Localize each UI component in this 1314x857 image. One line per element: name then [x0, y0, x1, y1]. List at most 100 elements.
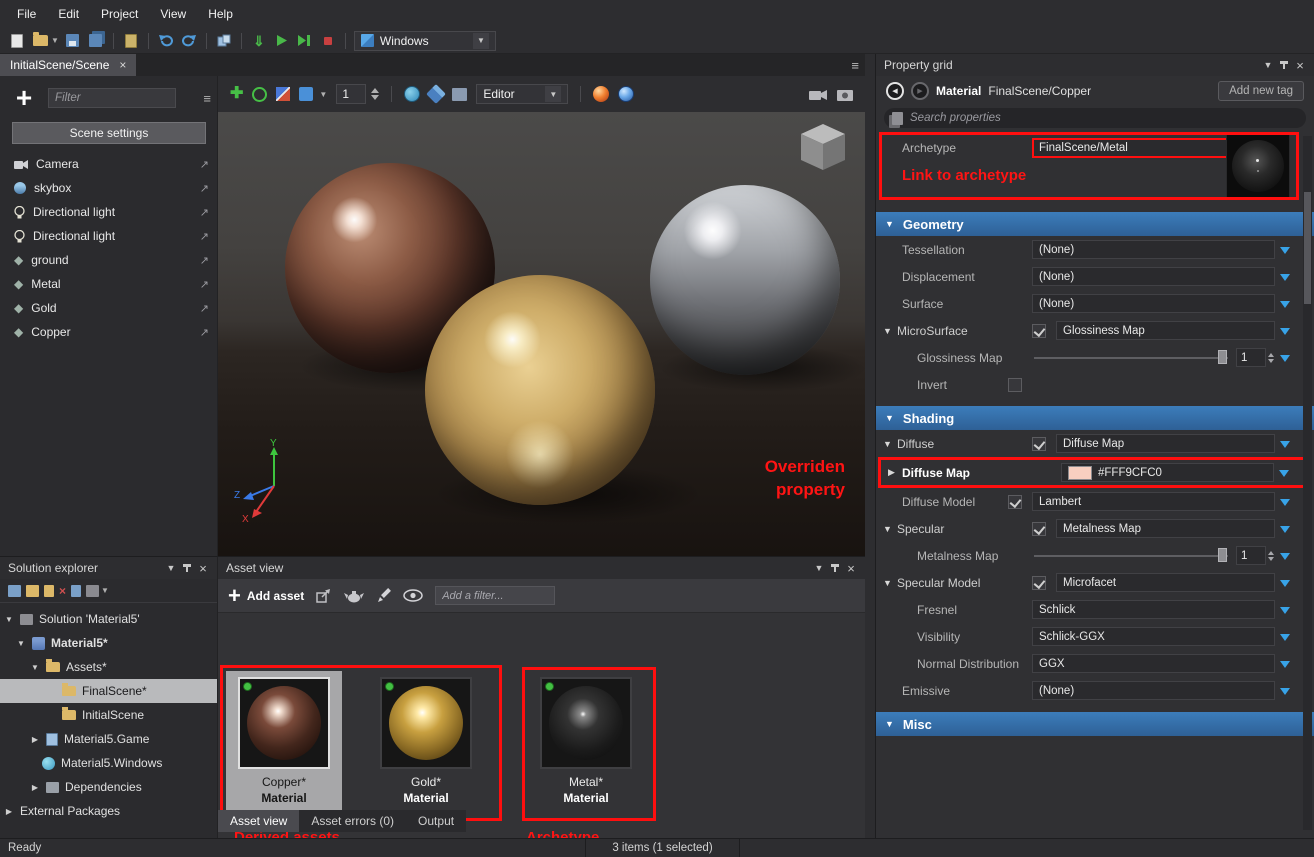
- dropdown-arrow-icon[interactable]: [1278, 574, 1292, 592]
- metalness-value-box[interactable]: 1: [1236, 546, 1266, 565]
- expander-icon[interactable]: ▼: [4, 615, 14, 624]
- deploy-icon[interactable]: ⇓: [250, 32, 268, 50]
- specular-model-checkbox[interactable]: [1032, 576, 1046, 590]
- expander-icon[interactable]: ▼: [30, 663, 40, 672]
- menu-help[interactable]: Help: [197, 2, 244, 26]
- dropdown-arrow-icon[interactable]: [1278, 295, 1292, 313]
- paste-icon[interactable]: [122, 32, 140, 50]
- tree-item-package[interactable]: ▼ Material5*: [0, 631, 217, 655]
- glossiness-value-box[interactable]: 1: [1236, 348, 1266, 367]
- tab-asset-errors[interactable]: Asset errors (0): [299, 810, 406, 832]
- tree-item-external-packages[interactable]: ▶ External Packages: [0, 799, 217, 823]
- collapse-all-icon[interactable]: [8, 585, 21, 597]
- dropdown-arrow-icon[interactable]: [1278, 322, 1292, 340]
- scene-viewport[interactable]: Y Z X Overriden property: [218, 112, 865, 556]
- dropdown-arrow-icon[interactable]: [1278, 547, 1292, 565]
- orientation-cube-gizmo[interactable]: [795, 120, 851, 176]
- tessellation-dropdown[interactable]: (None): [1032, 240, 1275, 259]
- add-item-icon[interactable]: [44, 585, 54, 597]
- scrollbar-thumb[interactable]: [1304, 192, 1311, 304]
- pin-icon[interactable]: [827, 560, 843, 576]
- save-all-icon[interactable]: [87, 32, 105, 50]
- open-dropdown-icon[interactable]: ▼: [51, 36, 59, 45]
- metalness-slider[interactable]: [1032, 546, 1230, 565]
- expander-icon[interactable]: ▼: [885, 413, 894, 423]
- goto-entity-icon[interactable]: ↗: [200, 158, 209, 171]
- expander-icon[interactable]: ▼: [883, 439, 897, 449]
- render-mode-icon[interactable]: [452, 88, 467, 101]
- tree-item-assets[interactable]: ▼ Assets*: [0, 655, 217, 679]
- properties-icon[interactable]: [71, 585, 81, 597]
- metal-sphere[interactable]: [650, 185, 840, 375]
- edit-pencil-icon[interactable]: [376, 588, 391, 603]
- export-icon[interactable]: [316, 589, 332, 603]
- settings-icon[interactable]: [86, 585, 99, 597]
- environment-icon[interactable]: [404, 86, 420, 102]
- glossiness-spinner[interactable]: [1268, 350, 1274, 366]
- expander-icon[interactable]: ▶: [4, 807, 14, 816]
- scene-settings-button[interactable]: Scene settings: [12, 122, 206, 144]
- visibility-dropdown[interactable]: Schlick-GGX: [1032, 627, 1275, 646]
- start-icon[interactable]: [273, 32, 291, 50]
- tab-initialscene-scene[interactable]: InitialScene/Scene ×: [0, 54, 136, 76]
- wireframe-sphere-icon[interactable]: [618, 86, 634, 102]
- tree-item-material5-windows[interactable]: Material5.Windows: [0, 751, 217, 775]
- invert-checkbox[interactable]: [1008, 378, 1022, 392]
- dropdown-arrow-icon[interactable]: [1278, 493, 1292, 511]
- live-scripting-icon[interactable]: [215, 32, 233, 50]
- goto-entity-icon[interactable]: ↗: [200, 278, 209, 291]
- scene-item-directional-light-2[interactable]: Directional light ↗: [0, 224, 217, 248]
- expander-icon[interactable]: ▼: [883, 578, 897, 588]
- add-asset-icon[interactable]: +: [228, 585, 241, 607]
- dropdown-arrow-icon[interactable]: [1278, 268, 1292, 286]
- chevron-down-icon[interactable]: ▼: [101, 586, 109, 595]
- expander-icon[interactable]: ▼: [885, 219, 894, 229]
- displacement-dropdown[interactable]: (None): [1032, 267, 1275, 286]
- pin-icon[interactable]: [1276, 57, 1292, 73]
- open-icon[interactable]: [31, 32, 49, 50]
- gold-sphere[interactable]: [425, 275, 655, 505]
- hierarchy-options-icon[interactable]: ≡: [203, 91, 211, 106]
- normal-distribution-dropdown[interactable]: GGX: [1032, 654, 1275, 673]
- close-icon[interactable]: ×: [119, 58, 126, 72]
- surface-dropdown[interactable]: (None): [1032, 294, 1275, 313]
- scene-filter-input[interactable]: [48, 88, 176, 108]
- property-grid-scrollbar[interactable]: [1303, 136, 1312, 830]
- tree-item-dependencies[interactable]: ▶ Dependencies: [0, 775, 217, 799]
- menu-file[interactable]: File: [6, 2, 47, 26]
- dropdown-arrow-icon[interactable]: [1277, 464, 1291, 482]
- glossiness-slider[interactable]: [1032, 348, 1230, 367]
- tree-item-finalscene[interactable]: FinalScene*: [0, 679, 217, 703]
- goto-entity-icon[interactable]: ↗: [200, 182, 209, 195]
- expander-icon[interactable]: ▶: [30, 735, 40, 744]
- camera-settings-icon[interactable]: [809, 88, 827, 101]
- scale-gizmo-icon[interactable]: [276, 87, 290, 101]
- specular-dropdown[interactable]: Metalness Map: [1056, 519, 1275, 538]
- start-without-debug-icon[interactable]: [296, 32, 314, 50]
- diffuse-model-checkbox[interactable]: [1008, 495, 1022, 509]
- tab-asset-view[interactable]: Asset view: [218, 810, 299, 832]
- microsurface-dropdown[interactable]: Glossiness Map: [1056, 321, 1275, 340]
- property-search-input[interactable]: [910, 112, 1298, 124]
- translate-gizmo-icon[interactable]: ✚: [230, 86, 243, 102]
- expander-icon[interactable]: ▶: [30, 783, 40, 792]
- color-swatch[interactable]: [1068, 466, 1092, 480]
- scene-item-ground[interactable]: ◆ ground ↗: [0, 248, 217, 272]
- goto-entity-icon[interactable]: ↗: [200, 230, 209, 243]
- expander-icon[interactable]: ▼: [16, 639, 26, 648]
- diffuse-checkbox[interactable]: [1032, 437, 1046, 451]
- emissive-dropdown[interactable]: (None): [1032, 681, 1275, 700]
- specular-checkbox[interactable]: [1032, 522, 1046, 536]
- add-asset-button[interactable]: Add asset: [247, 589, 304, 603]
- goto-entity-icon[interactable]: ↗: [200, 206, 209, 219]
- material-preview-sphere-icon[interactable]: [593, 86, 609, 102]
- screenshot-icon[interactable]: [837, 88, 853, 101]
- forward-button[interactable]: ▶: [911, 82, 929, 100]
- preview-eye-icon[interactable]: [403, 589, 423, 602]
- platform-dropdown[interactable]: Windows ▼: [354, 31, 496, 51]
- tree-item-solution[interactable]: ▼ Solution 'Material5': [0, 607, 217, 631]
- expander-icon[interactable]: ▼: [885, 719, 894, 729]
- scene-item-gold[interactable]: ◆ Gold ↗: [0, 296, 217, 320]
- chevron-down-icon[interactable]: ▼: [163, 560, 179, 576]
- close-icon[interactable]: ×: [1292, 57, 1308, 73]
